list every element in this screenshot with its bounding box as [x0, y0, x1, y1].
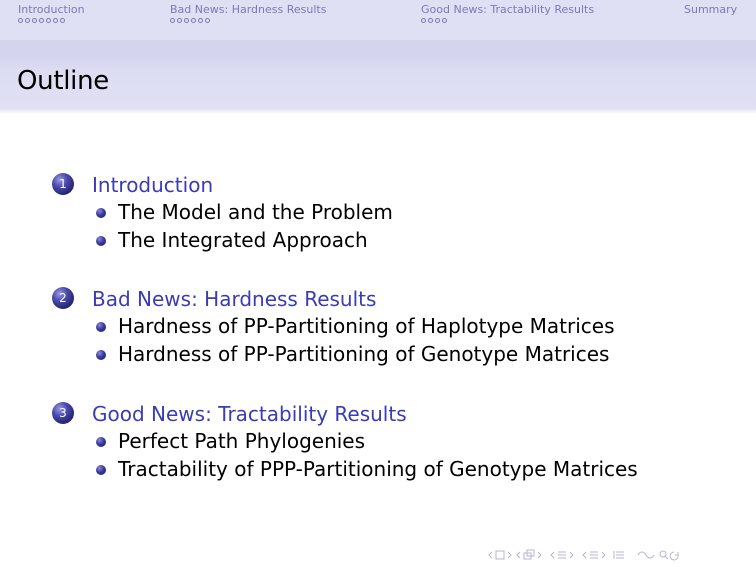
nav-frame-dot[interactable] [435, 18, 440, 23]
subsection-icon[interactable] [558, 551, 566, 559]
section-number-ball: 3 [52, 402, 74, 424]
toc-section-title[interactable]: Introduction [92, 173, 213, 197]
frame-icon[interactable] [495, 550, 505, 560]
nav-frame-dot[interactable] [25, 18, 30, 23]
toc-subsection-title[interactable]: Tractability of PPP-Partitioning of Geno… [118, 457, 638, 481]
nav-frame-dot[interactable] [18, 18, 23, 23]
toc-icon[interactable] [613, 551, 624, 559]
nav-section-bad-news[interactable]: Bad News: Hardness Results [170, 3, 326, 27]
nav-frame-dot[interactable] [191, 18, 196, 23]
frame-title-bar: Outline [0, 40, 756, 114]
nav-frame-dot[interactable] [39, 18, 44, 23]
toc-section-title[interactable]: Bad News: Hardness Results [92, 287, 376, 311]
nav-frame-dot[interactable] [428, 18, 433, 23]
toc-subsection: Perfect Path Phylogenies [0, 429, 756, 457]
nav-frame-dot[interactable] [170, 18, 175, 23]
navigation-symbols-svg [488, 549, 679, 561]
nav-frame-dot[interactable] [198, 18, 203, 23]
nav-section-introduction[interactable]: Introduction [18, 3, 85, 27]
nav-section-label[interactable]: Good News: Tractability Results [421, 3, 594, 16]
nav-frame-dots [170, 18, 326, 27]
prev-arrow-icon[interactable] [550, 551, 555, 559]
bullet-icon [96, 465, 106, 475]
frame-stack-icon[interactable] [523, 549, 535, 560]
section-icon[interactable] [590, 551, 598, 559]
navigation-symbols [488, 548, 750, 562]
toc-subsection-title[interactable]: Hardness of PP-Partitioning of Genotype … [118, 342, 609, 366]
nav-frame-dot[interactable] [205, 18, 210, 23]
nav-frame-dot[interactable] [442, 18, 447, 23]
bullet-icon [96, 236, 106, 246]
nav-frame-dot[interactable] [421, 18, 426, 23]
toc-subsection: Hardness of PP-Partitioning of Genotype … [0, 342, 756, 370]
next-arrow-icon[interactable] [569, 551, 574, 559]
bullet-icon [96, 322, 106, 332]
next-arrow-icon[interactable] [507, 551, 512, 559]
toc-subsection: The Integrated Approach [0, 228, 756, 256]
next-arrow-icon[interactable] [537, 551, 542, 559]
nav-frame-dots [18, 18, 85, 27]
section-number-ball: 1 [52, 173, 74, 195]
search-icon[interactable] [637, 550, 679, 561]
next-arrow-icon[interactable] [601, 551, 606, 559]
bullet-icon [96, 208, 106, 218]
section-number-ball: 2 [52, 287, 74, 309]
toc-subsection: Tractability of PPP-Partitioning of Geno… [0, 457, 756, 485]
bullet-icon [96, 437, 106, 447]
nav-frame-dots [421, 18, 594, 27]
nav-section-label[interactable]: Summary [684, 3, 737, 16]
nav-section-summary[interactable]: Summary [684, 3, 737, 16]
nav-frame-dot[interactable] [32, 18, 37, 23]
nav-frame-dot[interactable] [184, 18, 189, 23]
toc-subsection-title[interactable]: Perfect Path Phylogenies [118, 429, 365, 453]
nav-frame-dot[interactable] [53, 18, 58, 23]
toc-subsection: The Model and the Problem [0, 200, 756, 228]
toc-section-title[interactable]: Good News: Tractability Results [92, 402, 407, 426]
toc-subsection-title[interactable]: The Model and the Problem [118, 200, 393, 224]
prev-arrow-icon[interactable] [582, 551, 587, 559]
nav-frame-dot[interactable] [177, 18, 182, 23]
nav-section-good-news[interactable]: Good News: Tractability Results [421, 3, 594, 27]
first-arrow-icon[interactable] [488, 551, 493, 559]
toc-subsection-title[interactable]: Hardness of PP-Partitioning of Haplotype… [118, 314, 615, 338]
nav-section-label[interactable]: Introduction [18, 3, 85, 16]
toc-subsection-title[interactable]: The Integrated Approach [118, 228, 368, 252]
nav-frame-dot[interactable] [60, 18, 65, 23]
bullet-icon [96, 350, 106, 360]
nav-frame-dot[interactable] [46, 18, 51, 23]
prev-arrow-icon[interactable] [516, 551, 521, 559]
toc-subsection: Hardness of PP-Partitioning of Haplotype… [0, 314, 756, 342]
nav-section-label[interactable]: Bad News: Hardness Results [170, 3, 326, 16]
page-title: Outline [17, 66, 109, 96]
headline-nav-bar: Introduction Bad News: Hardness Results … [0, 0, 756, 40]
